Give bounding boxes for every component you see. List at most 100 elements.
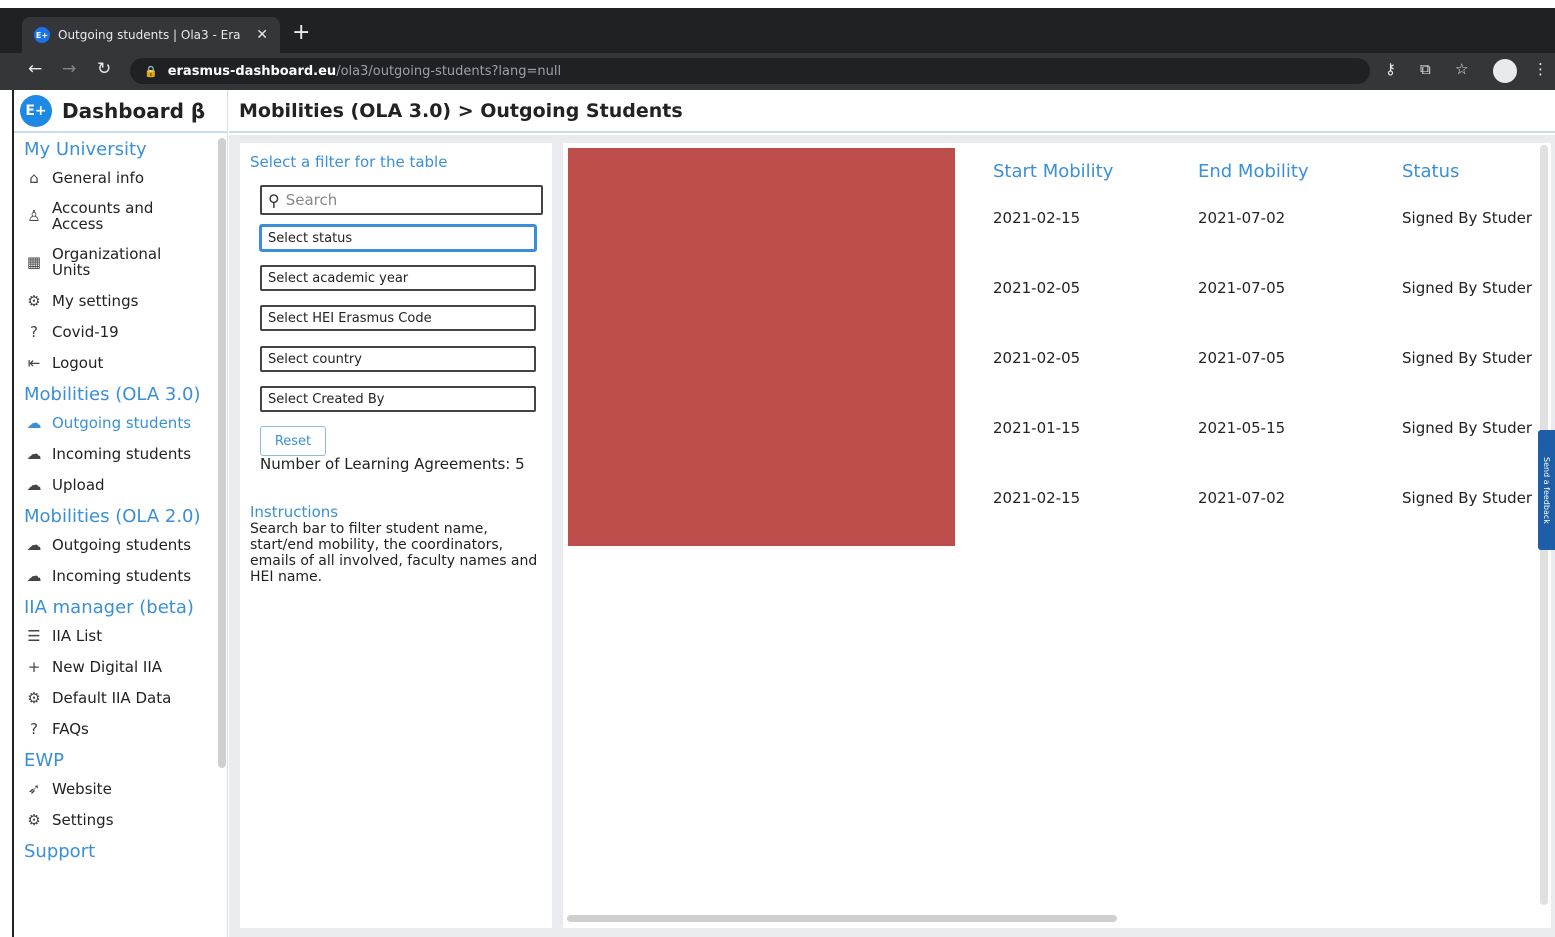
sidebar-item-label: My settings [52, 291, 139, 310]
sidebar-section: Support [14, 841, 227, 862]
sidebar-scrollbar[interactable] [218, 138, 226, 768]
cell-start: 2021-02-05 [993, 349, 1081, 367]
cell-status: Signed By Studer [1402, 349, 1532, 367]
gear-icon: ⚙ [27, 688, 41, 707]
cloud-icon: ☁ [26, 566, 42, 585]
filter-heading: Select a filter for the table [250, 153, 448, 171]
filter-panel: Select a filter for the table ⚲ Select s… [240, 143, 552, 928]
browser-tab[interactable]: E+ Outgoing students | Ola3 - Era ✕ [22, 17, 280, 53]
sidebar-item-label: General info [52, 168, 145, 187]
search-box[interactable]: ⚲ [260, 185, 543, 215]
erasmus-favicon-icon: E+ [34, 27, 50, 43]
column-header-end[interactable]: End Mobility [1198, 161, 1309, 182]
sidebar-section-title: IIA manager (beta) [24, 597, 194, 618]
sidebar-item-label: Outgoing students [52, 535, 192, 554]
sidebar-section-title: Mobilities (OLA 3.0) [24, 384, 201, 405]
user-icon: ♙ [27, 207, 41, 225]
sidebar-item[interactable]: + New Digital IIA [24, 651, 227, 682]
logout-icon: ⇤ [27, 353, 41, 372]
home-icon: ⌂ [29, 168, 39, 187]
gear-icon: ⚙ [27, 810, 41, 829]
column-header-start[interactable]: Start Mobility [993, 161, 1113, 182]
sidebar-item[interactable]: ☁ Upload [24, 469, 227, 500]
sidebar-section: Mobilities (OLA 2.0) ☁ Outgoing students ☁ I… [14, 506, 227, 591]
new-tab-plus-icon[interactable]: + [292, 20, 310, 45]
hei-code-select[interactable]: Select HEI Erasmus Code [260, 305, 536, 331]
page-title: Mobilities (OLA 3.0) > Outgoing Students [239, 99, 683, 122]
sidebar-item[interactable]: ☁ Outgoing students [24, 529, 227, 560]
cell-status: Signed By Studer [1402, 209, 1532, 227]
translate-icon[interactable]: ⧉ [1420, 60, 1431, 78]
sidebar-section: IIA manager (beta) ☰ IIA List + New Digital … [14, 597, 227, 744]
sidebar-item[interactable]: ⚙ Default IIA Data [24, 682, 227, 713]
brand[interactable]: E+ Dashboard β [14, 90, 227, 133]
key-icon[interactable]: ⚷ [1385, 60, 1396, 78]
lock-icon: 🔒 [144, 64, 158, 78]
sidebar-item[interactable]: ? Covid-19 [24, 316, 227, 347]
instructions-title: Instructions [250, 503, 339, 521]
sidebar-item[interactable]: ? FAQs [24, 713, 227, 744]
cell-status: Signed By Studer [1402, 279, 1532, 297]
sidebar-section: EWP ➶ Website ⚙ Settings [14, 750, 227, 835]
plus-icon: + [27, 657, 41, 676]
sidebar-item[interactable]: ☁ Incoming students [24, 438, 227, 469]
back-arrow-icon[interactable]: ← [28, 59, 42, 79]
sidebar-item[interactable]: ⚙ Settings [24, 804, 227, 835]
country-select[interactable]: Select country [260, 346, 536, 372]
sidebar-nav: My University ⌂ General info ♙ Accounts and … [14, 139, 227, 862]
sidebar-item[interactable]: ▦ Organizational Units [24, 239, 227, 285]
sidebar-section-title: Mobilities (OLA 2.0) [24, 506, 201, 527]
cell-start: 2021-02-15 [993, 209, 1081, 227]
sidebar-item[interactable]: ☁ Outgoing students [24, 407, 227, 438]
column-header-status[interactable]: Status [1402, 161, 1459, 182]
created-by-select[interactable]: Select Created By [260, 386, 536, 412]
star-icon[interactable]: ☆ [1455, 60, 1468, 78]
close-icon[interactable]: ✕ [256, 27, 268, 43]
sidebar-item-label: Settings [52, 810, 114, 829]
cell-end: 2021-07-02 [1198, 209, 1286, 227]
page-header: Mobilities (OLA 3.0) > Outgoing Students [229, 90, 1555, 133]
sidebar-item-label: Organizational Units [52, 245, 162, 279]
sidebar-item-label: FAQs [52, 719, 89, 738]
sidebar-item[interactable]: ♙ Accounts and Access [24, 193, 227, 239]
sidebar-section: My University ⌂ General info ♙ Accounts and … [14, 139, 227, 378]
profile-avatar[interactable] [1493, 59, 1517, 83]
cell-start: 2021-02-05 [993, 279, 1081, 297]
sidebar-item[interactable]: ⚙ My settings [24, 285, 227, 316]
table-horizontal-scrollbar[interactable] [567, 915, 1117, 922]
menu-kebab-icon[interactable]: ⋮ [1533, 60, 1548, 78]
search-input[interactable] [285, 191, 516, 209]
sidebar-item[interactable]: ➶ Website [24, 773, 227, 804]
cell-end: 2021-05-15 [1198, 419, 1286, 437]
sidebar-item-label: Website [52, 779, 112, 798]
sidebar-item[interactable]: ⇤ Logout [24, 347, 227, 378]
send-icon: ➶ [27, 779, 41, 798]
redacted-block [568, 148, 955, 546]
reload-icon[interactable]: ↻ [97, 59, 111, 79]
status-select[interactable]: Select status [260, 225, 536, 251]
cell-status: Signed By Studer [1402, 419, 1532, 437]
sidebar-section: Mobilities (OLA 3.0) ☁ Outgoing students ☁ I… [14, 384, 227, 500]
cell-end: 2021-07-05 [1198, 349, 1286, 367]
url-host: erasmus-dashboard.eu [167, 63, 337, 79]
sidebar-item-label: Covid-19 [52, 322, 119, 341]
sidebar-item[interactable]: ⌂ General info [24, 162, 227, 193]
cell-start: 2021-01-15 [993, 419, 1081, 437]
sidebar-section-title: EWP [24, 750, 65, 771]
sidebar-section-title: My University [24, 139, 147, 160]
feedback-tab[interactable]: Send a feedback [1538, 430, 1555, 550]
sidebar-item[interactable]: ☰ IIA List [24, 620, 227, 651]
address-bar[interactable]: 🔒 erasmus-dashboard.eu /ola3/outgoing-st… [130, 58, 1370, 84]
url-path: /ola3/outgoing-students?lang=null [336, 63, 562, 79]
tab-title: Outgoing students | Ola3 - Era [58, 28, 241, 42]
sidebar-section-title: Support [24, 841, 96, 862]
forward-arrow-icon[interactable]: → [62, 59, 76, 79]
cell-start: 2021-02-15 [993, 489, 1081, 507]
list-icon: ☰ [27, 626, 41, 645]
cloud-icon: ☁ [26, 444, 42, 463]
sidebar-item-label: IIA List [52, 626, 103, 645]
reset-button[interactable]: Reset [260, 426, 326, 456]
sidebar-item-label: New Digital IIA [52, 657, 163, 676]
sidebar-item[interactable]: ☁ Incoming students [24, 560, 227, 591]
academic-year-select[interactable]: Select academic year [260, 265, 536, 291]
